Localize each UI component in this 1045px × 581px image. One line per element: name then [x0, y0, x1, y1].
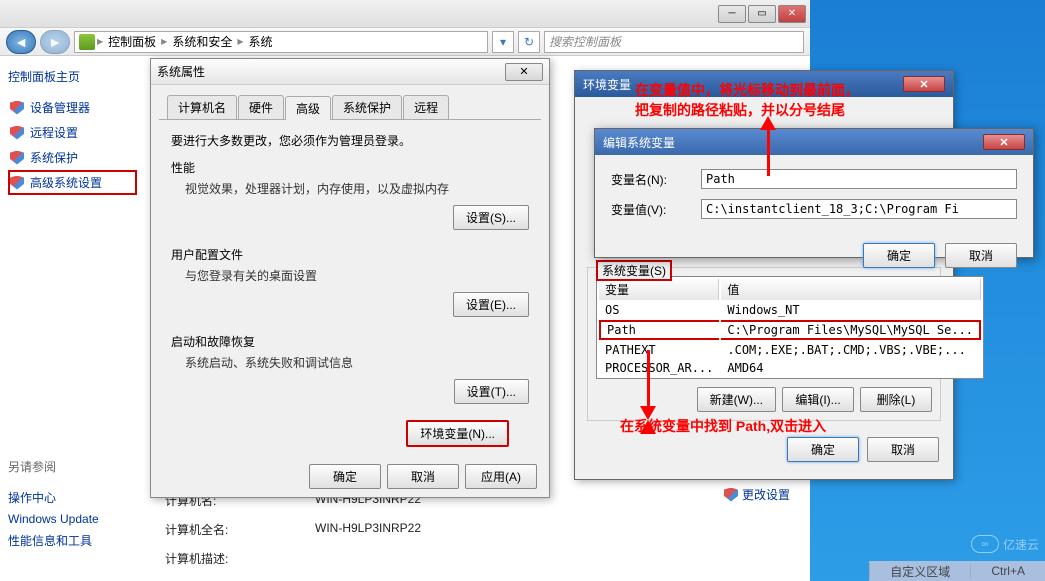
address-row: ◄ ► ▶ 控制面板 ▶ 系统和安全 ▶ 系统 ▾ ↻ 搜索控制面板	[0, 28, 810, 56]
see-also-link[interactable]: Windows Update	[8, 509, 137, 529]
maximize-button[interactable]: ▭	[748, 5, 776, 23]
edit-system-variable-dialog: 编辑系统变量 ✕ 变量名(N): 变量值(V): 确定 取消	[594, 128, 1034, 258]
shield-icon	[10, 101, 24, 115]
sidebar-label: 系统保护	[30, 149, 78, 166]
new-variable-button[interactable]: 新建(W)...	[697, 387, 776, 412]
breadcrumb-item[interactable]: 系统和安全	[169, 33, 235, 50]
sidebar-label: 远程设置	[30, 124, 78, 141]
search-placeholder: 搜索控制面板	[549, 33, 621, 50]
ok-button[interactable]: 确定	[863, 243, 935, 268]
variable-name-input[interactable]	[701, 169, 1017, 189]
variable-value-label: 变量值(V):	[611, 201, 691, 218]
shield-icon	[10, 126, 24, 140]
watermark: ∞ 亿速云	[971, 535, 1039, 553]
ok-button[interactable]: 确定	[787, 437, 859, 462]
column-value[interactable]: 值	[721, 279, 981, 300]
cancel-button[interactable]: 取消	[945, 243, 1017, 268]
full-computer-name-label: 计算机全名:	[165, 521, 275, 538]
refresh-button[interactable]: ↻	[518, 31, 540, 53]
close-button[interactable]: ✕	[903, 76, 945, 92]
shield-icon	[724, 488, 738, 502]
performance-title: 性能	[171, 159, 529, 176]
computer-desc-label: 计算机描述:	[165, 550, 275, 567]
system-variables-table: 变量值 OSWindows_NT PathC:\Program Files\My…	[596, 276, 984, 379]
breadcrumb-item[interactable]: 系统	[246, 33, 276, 50]
chevron-right-icon: ▶	[237, 37, 243, 46]
window-titlebar: ─ ▭ ✕	[0, 0, 810, 28]
edit-variable-button[interactable]: 编辑(I)...	[782, 387, 854, 412]
nav-back-button[interactable]: ◄	[6, 30, 36, 54]
apply-button[interactable]: 应用(A)	[465, 464, 537, 489]
cancel-button[interactable]: 取消	[867, 437, 939, 462]
see-also-link[interactable]: 操作中心	[8, 486, 137, 509]
userprofile-desc: 与您登录有关的桌面设置	[171, 267, 529, 284]
tab-advanced[interactable]: 高级	[285, 96, 331, 120]
table-row[interactable]: PROCESSOR_AR...AMD64	[599, 360, 981, 376]
close-button[interactable]: ✕	[778, 5, 806, 23]
sidebar-label: 设备管理器	[30, 99, 90, 116]
tab-computer-name[interactable]: 计算机名	[167, 95, 237, 119]
startup-title: 启动和故障恢复	[171, 333, 529, 350]
dialog-titlebar: 环境变量 ✕	[575, 71, 953, 97]
sidebar-advanced-settings[interactable]: 高级系统设置	[8, 170, 137, 195]
minimize-button[interactable]: ─	[718, 5, 746, 23]
status-bar: 自定义区域 Ctrl+A	[869, 561, 1045, 581]
shortcut-label: Ctrl+A	[970, 564, 1045, 578]
sidebar-header: 控制面板主页	[8, 68, 137, 85]
chevron-right-icon: ▶	[161, 37, 167, 46]
custom-region-label: 自定义区域	[869, 563, 970, 580]
chevron-right-icon: ▶	[97, 37, 103, 46]
startup-settings-button[interactable]: 设置(T)...	[454, 379, 529, 404]
shield-icon	[10, 151, 24, 165]
tab-hardware[interactable]: 硬件	[238, 95, 284, 119]
environment-variables-button[interactable]: 环境变量(N)...	[406, 420, 509, 447]
search-input[interactable]: 搜索控制面板	[544, 31, 804, 53]
cloud-icon: ∞	[971, 535, 999, 553]
sidebar-system-protection[interactable]: 系统保护	[8, 145, 137, 170]
tab-system-protection[interactable]: 系统保护	[332, 95, 402, 119]
table-row-path[interactable]: PathC:\Program Files\MySQL\MySQL Se...	[599, 320, 981, 340]
cancel-button[interactable]: 取消	[387, 464, 459, 489]
close-button[interactable]: ✕	[505, 63, 543, 81]
address-bar[interactable]: ▶ 控制面板 ▶ 系统和安全 ▶ 系统	[74, 31, 488, 53]
tabs: 计算机名 硬件 高级 系统保护 远程	[159, 89, 541, 120]
see-also-header: 另请参阅	[8, 455, 137, 478]
system-properties-dialog: 系统属性 ✕ 计算机名 硬件 高级 系统保护 远程 要进行大多数更改，您必须作为…	[150, 58, 550, 498]
sidebar-label: 高级系统设置	[30, 174, 102, 191]
performance-desc: 视觉效果，处理器计划，内存使用，以及虚拟内存	[171, 180, 529, 197]
delete-variable-button[interactable]: 删除(L)	[860, 387, 932, 412]
dialog-title: 编辑系统变量	[603, 134, 675, 151]
dialog-title: 环境变量	[583, 76, 631, 93]
sidebar: 控制面板主页 设备管理器 远程设置 系统保护 高级系统设置 另请参阅 操作中心 …	[0, 56, 145, 581]
variable-name-label: 变量名(N):	[611, 171, 691, 188]
column-variable[interactable]: 变量	[599, 279, 719, 300]
userprofile-settings-button[interactable]: 设置(E)...	[453, 292, 529, 317]
close-button[interactable]: ✕	[983, 134, 1025, 150]
dialog-titlebar: 系统属性 ✕	[151, 59, 549, 85]
dialog-title: 系统属性	[157, 63, 205, 80]
shield-icon	[10, 176, 24, 190]
admin-note: 要进行大多数更改，您必须作为管理员登录。	[171, 132, 529, 149]
ok-button[interactable]: 确定	[309, 464, 381, 489]
dialog-titlebar: 编辑系统变量 ✕	[595, 129, 1033, 155]
startup-desc: 系统启动、系统失败和调试信息	[171, 354, 529, 371]
control-panel-icon	[79, 34, 95, 50]
change-settings-link[interactable]: 更改设置	[724, 486, 790, 503]
dropdown-button[interactable]: ▾	[492, 31, 514, 53]
userprofile-title: 用户配置文件	[171, 246, 529, 263]
nav-forward-button[interactable]: ►	[40, 30, 70, 54]
full-computer-name-value: WIN-H9LP3INRP22	[315, 521, 421, 538]
see-also-link[interactable]: 性能信息和工具	[8, 529, 137, 552]
table-row[interactable]: OSWindows_NT	[599, 302, 981, 318]
table-row[interactable]: PATHEXT.COM;.EXE;.BAT;.CMD;.VBS;.VBE;...	[599, 342, 981, 358]
tab-remote[interactable]: 远程	[403, 95, 449, 119]
system-variables-group: 系统变量(S) 变量值 OSWindows_NT PathC:\Program …	[587, 267, 941, 421]
sidebar-device-manager[interactable]: 设备管理器	[8, 95, 137, 120]
variable-value-input[interactable]	[701, 199, 1017, 219]
performance-settings-button[interactable]: 设置(S)...	[453, 205, 529, 230]
sidebar-remote-settings[interactable]: 远程设置	[8, 120, 137, 145]
breadcrumb-item[interactable]: 控制面板	[105, 33, 159, 50]
